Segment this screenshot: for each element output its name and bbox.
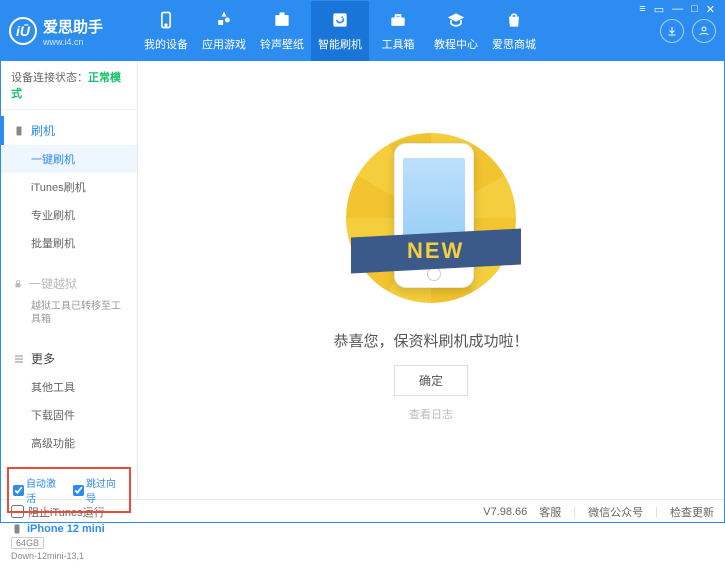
device-capacity: 64GB <box>11 537 44 549</box>
tab-my-device[interactable]: 我的设备 <box>137 1 195 61</box>
new-badge: NEW <box>407 238 464 264</box>
tab-flash[interactable]: 智能刷机 <box>311 1 369 61</box>
skin-icon[interactable]: ▭ <box>651 3 667 16</box>
user-button[interactable] <box>692 19 716 43</box>
check-update-link[interactable]: 检查更新 <box>670 504 714 520</box>
sidebar-head-more[interactable]: 更多 <box>1 344 137 373</box>
version-label: V7.98.66 <box>483 506 527 518</box>
refresh-icon <box>330 10 350 33</box>
sidebar-head-flash[interactable]: 刷机 <box>1 116 137 145</box>
tab-tutorials[interactable]: 教程中心 <box>427 1 485 61</box>
tab-toolbox[interactable]: 工具箱 <box>369 1 427 61</box>
skip-guide-checkbox[interactable]: 跳过向导 <box>73 475 125 505</box>
auto-activate-checkbox[interactable]: 自动激活 <box>13 475 65 505</box>
phone-icon <box>156 10 176 33</box>
sidebar-head-jailbreak[interactable]: 一键越狱 <box>1 269 137 298</box>
confirm-button[interactable]: 确定 <box>394 365 468 396</box>
tab-apps[interactable]: 应用游戏 <box>195 1 253 61</box>
download-button[interactable] <box>660 19 684 43</box>
window-controls: ≡ ▭ — □ ✕ <box>630 1 724 18</box>
sidebar-item-pro[interactable]: 专业刷机 <box>1 201 137 229</box>
maximize-icon[interactable]: □ <box>688 3 701 16</box>
tab-ringtones[interactable]: 铃声壁纸 <box>253 1 311 61</box>
device-model: Down-12mini-13,1 <box>11 551 127 561</box>
jailbreak-note: 越狱工具已转移至工具箱 <box>1 298 137 332</box>
grad-cap-icon <box>446 10 466 33</box>
sidebar-item-oneclick[interactable]: 一键刷机 <box>1 145 137 173</box>
wechat-link[interactable]: 微信公众号 <box>588 504 643 520</box>
minimize-icon[interactable]: — <box>669 3 686 16</box>
app-header: ≡ ▭ — □ ✕ iŪ 爱思助手 www.i4.cn 我的设备 应用游戏 铃声… <box>1 1 724 61</box>
sidebar-item-advanced[interactable]: 高级功能 <box>1 429 137 457</box>
success-illustration: NEW <box>356 138 506 318</box>
support-link[interactable]: 客服 <box>539 504 561 520</box>
options-highlight: 自动激活 跳过向导 <box>7 467 131 513</box>
logo-icon: iŪ <box>9 17 37 45</box>
view-log-link[interactable]: 查看日志 <box>409 406 453 422</box>
sidebar-item-batch[interactable]: 批量刷机 <box>1 229 137 257</box>
sidebar-item-other[interactable]: 其他工具 <box>1 373 137 401</box>
sidebar: 设备连接状态：正常模式 刷机 一键刷机 iTunes刷机 专业刷机 批量刷机 一… <box>1 61 138 499</box>
folder-icon <box>272 10 292 33</box>
sidebar-item-itunes[interactable]: iTunes刷机 <box>1 173 137 201</box>
bag-icon <box>504 10 524 33</box>
nav-tabs: 我的设备 应用游戏 铃声壁纸 智能刷机 工具箱 教程中心 爱思商城 <box>137 1 660 61</box>
success-message: 恭喜您，保资料刷机成功啦！ <box>333 330 528 351</box>
device-info[interactable]: iPhone 12 mini 64GB Down-12mini-13,1 <box>1 517 137 567</box>
connection-status: 设备连接状态：正常模式 <box>1 61 137 110</box>
logo-area: iŪ 爱思助手 www.i4.cn <box>9 16 137 47</box>
main-content: NEW 恭喜您，保资料刷机成功啦！ 确定 查看日志 <box>138 61 724 499</box>
sidebar-item-firmware[interactable]: 下载固件 <box>1 401 137 429</box>
close-icon[interactable]: ✕ <box>703 3 718 16</box>
tab-store[interactable]: 爱思商城 <box>485 1 543 61</box>
apps-icon <box>214 10 234 33</box>
brand-name: 爱思助手 <box>43 16 103 37</box>
brand-url: www.i4.cn <box>43 37 103 47</box>
header-right <box>660 19 716 43</box>
toolbox-icon <box>388 10 408 33</box>
menu-icon[interactable]: ≡ <box>636 3 648 16</box>
